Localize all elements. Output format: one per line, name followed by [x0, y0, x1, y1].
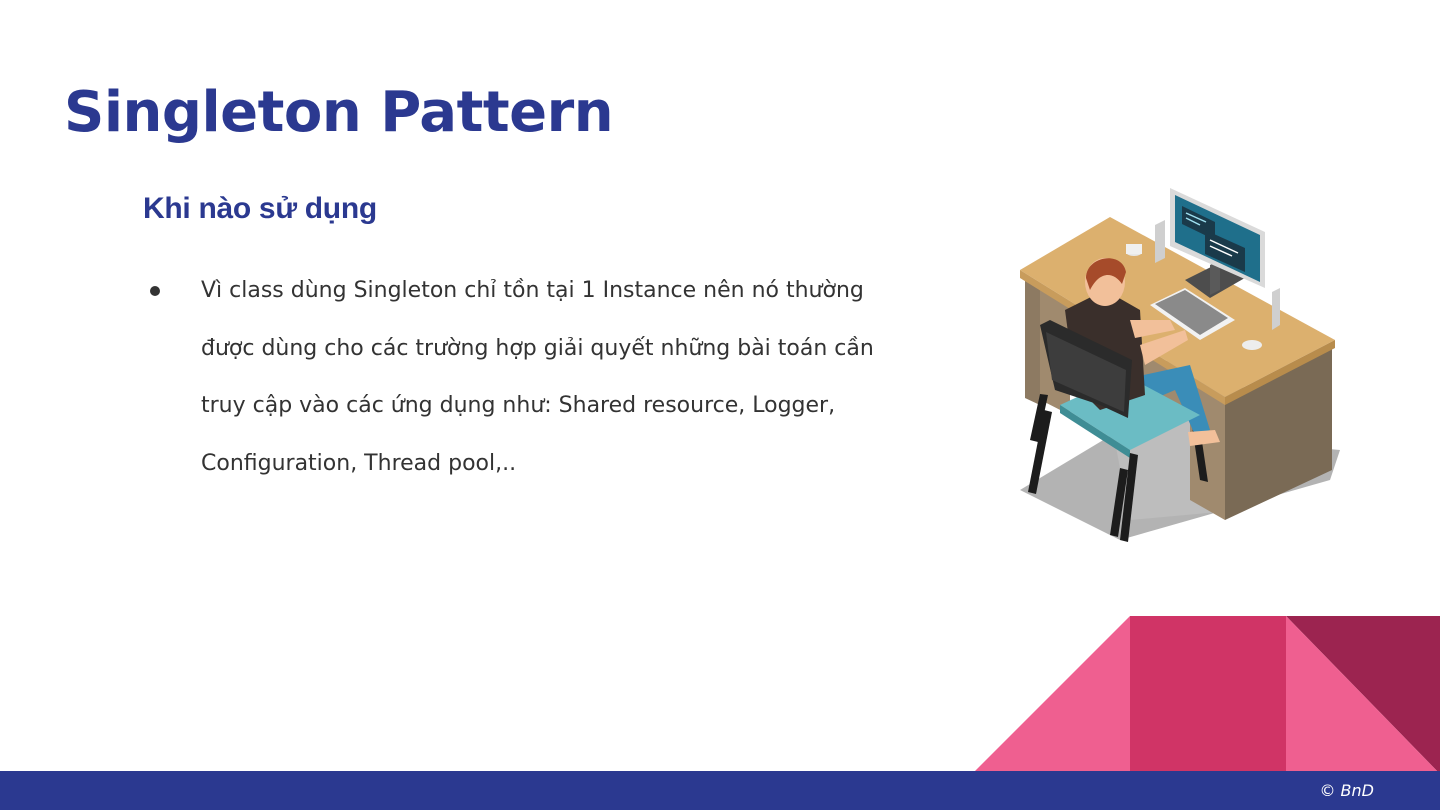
corner-decoration: [972, 616, 1440, 774]
copyright-text: © BnD: [1319, 781, 1374, 800]
bullet-list: Vì class dùng Singleton chỉ tồn tại 1 In…: [150, 262, 910, 492]
bullet-text: Vì class dùng Singleton chỉ tồn tại 1 In…: [201, 278, 874, 476]
slide-title: Singleton Pattern: [64, 80, 614, 145]
list-item: Vì class dùng Singleton chỉ tồn tại 1 In…: [150, 262, 910, 492]
developer-at-desk-illustration: [1020, 188, 1340, 542]
bullet-dot-icon: [150, 286, 160, 296]
section-heading: Khi nào sử dụng: [143, 192, 377, 225]
footer-bar: © BnD: [0, 771, 1440, 810]
